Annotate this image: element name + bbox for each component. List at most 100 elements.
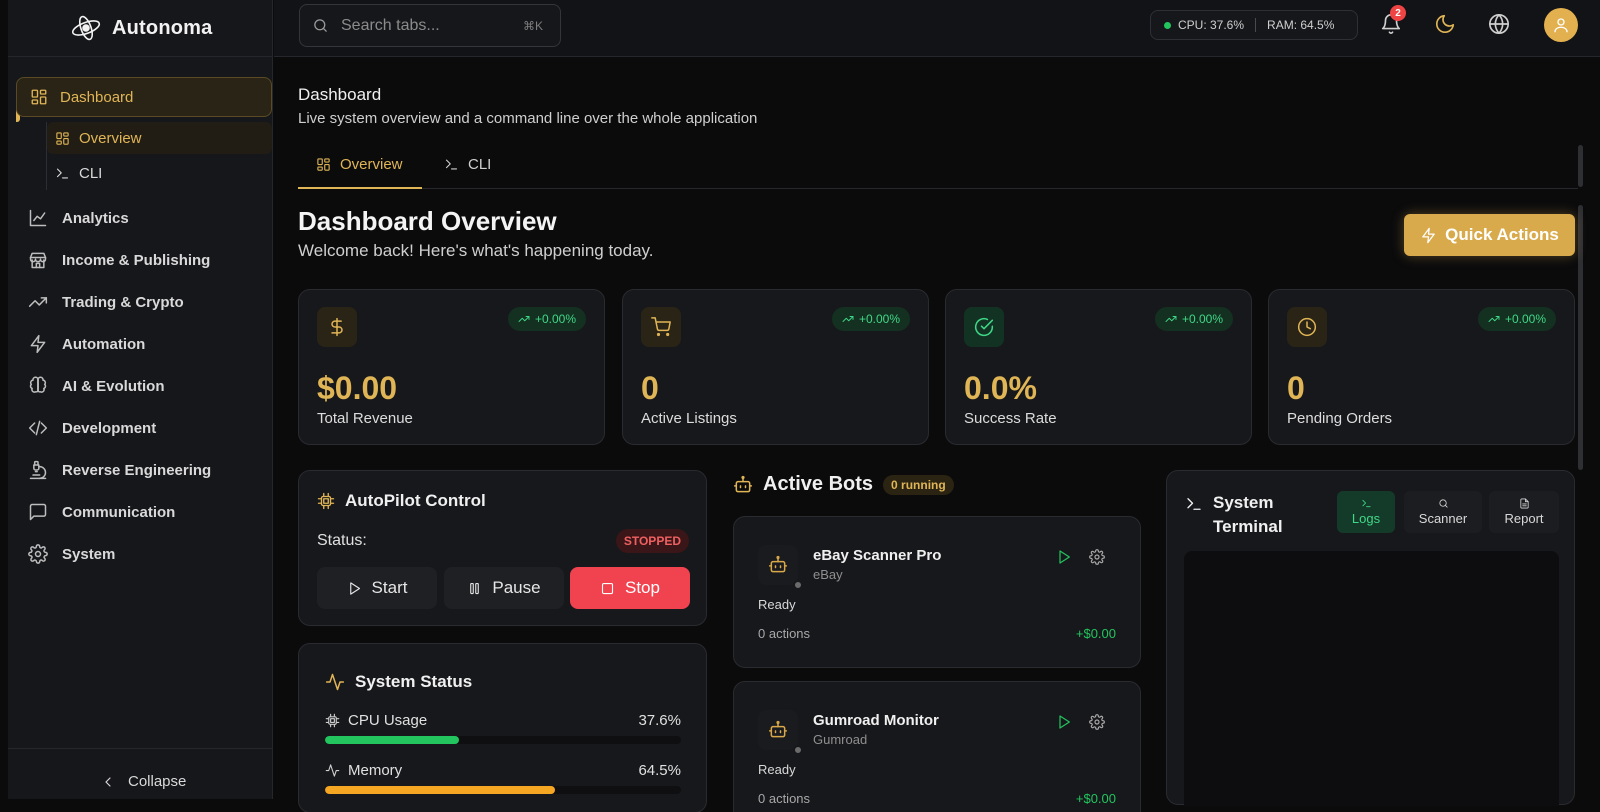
- bot-name: Gumroad Monitor: [813, 712, 939, 729]
- sidebar-item-label: AI & Evolution: [62, 377, 165, 395]
- tab-label: Overview: [340, 156, 403, 173]
- scanner-button[interactable]: Scanner: [1404, 491, 1482, 533]
- stat-label: Total Revenue: [317, 410, 413, 427]
- gear-icon[interactable]: [1089, 549, 1105, 565]
- stat-value: $0.00: [317, 370, 398, 406]
- store-icon: [28, 250, 48, 270]
- terminal-title-line: System: [1213, 493, 1274, 512]
- stat-value: 0: [641, 370, 659, 406]
- file-icon: [1519, 498, 1530, 509]
- sidebar-divider: [8, 748, 272, 749]
- change-badge: +0.00%: [507, 307, 586, 331]
- report-button[interactable]: Report: [1489, 491, 1559, 533]
- stat-value: 0: [1287, 370, 1305, 406]
- terminal-title-line: Terminal: [1213, 517, 1283, 536]
- tabs-divider: [298, 188, 1578, 189]
- sidebar-item-trading-crypto[interactable]: Trading & Crypto: [28, 287, 184, 317]
- system-status-title: System Status: [355, 672, 473, 691]
- system-terminal-panel: System Terminal Logs Scanner Report: [1166, 470, 1575, 806]
- meter-label: CPU Usage: [325, 712, 427, 729]
- tab-cli[interactable]: CLI: [444, 156, 491, 173]
- bot-card[interactable]: eBay Scanner Pro eBay Ready 0 actions +$…: [733, 516, 1141, 668]
- bot-name: eBay Scanner Pro: [813, 547, 942, 564]
- moon-icon[interactable]: [1434, 13, 1458, 37]
- change-badge: +0.00%: [831, 307, 910, 331]
- sidebar-item-ai-evolution[interactable]: AI & Evolution: [28, 371, 165, 401]
- memory-progress-bar: [325, 786, 681, 794]
- start-label: Start: [371, 578, 408, 597]
- quick-actions-button[interactable]: Quick Actions: [1404, 214, 1575, 256]
- cpu-label: CPU Usage: [348, 712, 428, 729]
- play-icon[interactable]: [1056, 549, 1072, 565]
- terminal-output[interactable]: [1184, 551, 1559, 806]
- memory-meter-row: Memory 64.5%: [325, 762, 681, 779]
- sidebar-item-system[interactable]: System: [28, 539, 115, 569]
- sidebar-item-reverse-engineering[interactable]: Reverse Engineering: [28, 455, 211, 485]
- change-value: +0.00%: [1504, 312, 1546, 326]
- report-label: Report: [1504, 511, 1544, 526]
- cpu-readout: CPU: 37.6%: [1178, 18, 1245, 32]
- memory-label: Memory: [348, 762, 403, 779]
- globe-icon[interactable]: [1488, 13, 1512, 37]
- trending-up-icon: [1488, 313, 1500, 325]
- page-title: Dashboard: [298, 85, 382, 104]
- activity-icon: [325, 672, 345, 692]
- pause-icon: [467, 581, 482, 596]
- page-header: Dashboard: [298, 85, 381, 105]
- sidebar-item-label: Automation: [62, 335, 146, 353]
- meter-label: Memory: [325, 762, 402, 779]
- sidebar-item-communication[interactable]: Communication: [28, 497, 175, 527]
- tab-overview[interactable]: Overview: [316, 156, 403, 173]
- search-box[interactable]: ⌘K: [299, 4, 561, 47]
- code-icon: [28, 418, 48, 438]
- sidebar-item-income-publishing[interactable]: Income & Publishing: [28, 245, 210, 275]
- sidebar-item-label: Reverse Engineering: [62, 461, 212, 479]
- bot-earnings: +$0.00: [1075, 791, 1116, 806]
- dollar-icon: [317, 307, 357, 347]
- bot-card[interactable]: Gumroad Monitor Gumroad Ready 0 actions …: [733, 681, 1141, 812]
- stat-card-revenue: +0.00% $0.00 Total Revenue: [298, 289, 605, 445]
- stat-card-pending-orders: +0.00% 0 Pending Orders: [1268, 289, 1575, 445]
- gear-icon[interactable]: [1089, 714, 1105, 730]
- bot-icon: [733, 475, 753, 495]
- logs-button[interactable]: Logs: [1337, 491, 1395, 533]
- active-bots-title: Active Bots: [763, 473, 874, 495]
- stop-button[interactable]: Stop: [570, 567, 690, 609]
- search-icon: [1438, 498, 1449, 509]
- pause-button[interactable]: Pause: [444, 567, 564, 609]
- bot-earnings: +$0.00: [1075, 626, 1116, 641]
- sidebar-item-dashboard[interactable]: Dashboard: [16, 77, 272, 117]
- bot-status: Ready: [758, 597, 796, 612]
- terminal-icon: [444, 157, 459, 172]
- scrollbar[interactable]: [1578, 145, 1583, 187]
- avatar[interactable]: [1544, 8, 1578, 42]
- search-input[interactable]: [341, 16, 511, 35]
- system-monitor: CPU: 37.6% RAM: 64.5%: [1150, 10, 1358, 40]
- sidebar-item-automation[interactable]: Automation: [28, 329, 145, 359]
- clock-icon: [1287, 307, 1327, 347]
- active-bots-header: Active Bots 0 running: [733, 473, 954, 496]
- play-icon[interactable]: [1056, 714, 1072, 730]
- sidebar-item-label: Development: [62, 419, 157, 437]
- cpu-meter-row: CPU Usage 37.6%: [325, 712, 681, 729]
- panel-title: System Status: [325, 672, 472, 692]
- sidebar-subitem-overview[interactable]: Overview: [47, 122, 272, 154]
- sidebar-item-development[interactable]: Development: [28, 413, 156, 443]
- topbar: ⌘K CPU: 37.6% RAM: 64.5% 2: [274, 0, 1600, 57]
- sidebar-divider: [8, 56, 272, 57]
- quick-actions-label: Quick Actions: [1445, 225, 1559, 244]
- lightning-icon: [1420, 227, 1437, 244]
- sidebar-item-label: Trading & Crypto: [62, 293, 184, 311]
- brand[interactable]: Autonoma: [70, 10, 212, 46]
- start-button[interactable]: Start: [317, 567, 437, 609]
- line-chart-icon: [28, 208, 48, 228]
- bot-actions: 0 actions: [758, 626, 811, 641]
- scrollbar[interactable]: [1578, 205, 1583, 470]
- message-square-icon: [28, 502, 48, 522]
- trending-up-icon: [842, 313, 854, 325]
- collapse-button[interactable]: Collapse: [100, 773, 186, 790]
- status-badge: STOPPED: [615, 529, 689, 553]
- sidebar-subitem-cli[interactable]: CLI: [47, 157, 272, 189]
- sidebar-item-analytics[interactable]: Analytics: [28, 203, 129, 233]
- sidebar-item-label: Analytics: [62, 209, 129, 227]
